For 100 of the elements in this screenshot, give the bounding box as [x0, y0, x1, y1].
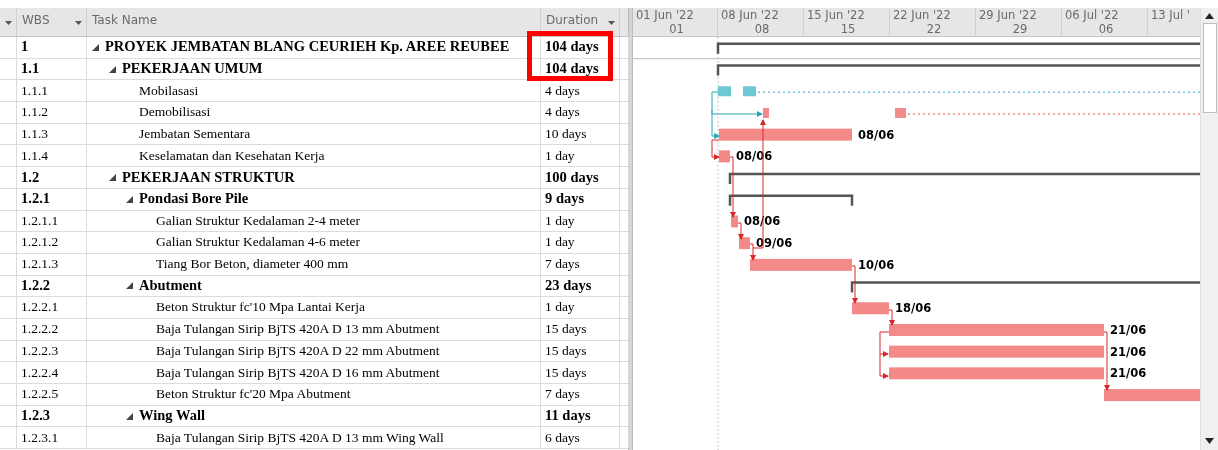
finish-date-label: 18/06 — [895, 301, 932, 316]
task-name: Tiang Bor Beton, diameter 400 mm — [156, 255, 349, 274]
duration-cell-text: 15 days — [545, 341, 587, 360]
task-name: Baja Tulangan Sirip BjTS 420A D 22 mm Abutment — [156, 341, 440, 360]
timescale-label: 29 Jun '22 — [979, 8, 1038, 22]
summary-bar[interactable] — [728, 172, 1200, 185]
finish-date-label: 08/06 — [736, 149, 773, 164]
summary-bar[interactable] — [728, 194, 854, 206]
duration-cell-text: 11 days — [545, 406, 591, 426]
timescale-label: 01 Jun '22 — [636, 8, 695, 22]
task-bar[interactable] — [731, 215, 738, 228]
wbs-cell-text: 1.2.1 — [21, 189, 50, 209]
task-name: Jembatan Sementara — [139, 124, 251, 143]
duration-cell-text: 10 days — [545, 124, 587, 143]
dropdown-icon[interactable] — [608, 21, 615, 25]
timescale-label: 13 Jul ' — [1151, 8, 1191, 22]
column-header[interactable]: Task Name — [92, 11, 158, 29]
timescale-label: 29 — [1011, 22, 1029, 36]
finish-date-label: 10/06 — [858, 257, 895, 272]
duration-cell-text: 1 day — [545, 211, 575, 230]
summary-bar[interactable] — [716, 64, 1200, 76]
timescale-label: 22 — [925, 22, 943, 36]
timescale-label: 06 Jul '22 — [1065, 8, 1120, 22]
duration-cell-text: 100 days — [545, 167, 599, 187]
wbs-cell-text: 1.2.2.2 — [21, 320, 59, 339]
finish-date-label: 21/06 — [1110, 344, 1147, 359]
timescale-label: 08 — [753, 22, 771, 36]
collapse-icon[interactable] — [126, 282, 133, 290]
scroll-thumb[interactable] — [1202, 23, 1217, 113]
task-name: PEKERJAAN STRUKTUR — [122, 167, 295, 187]
task-bar[interactable] — [739, 237, 750, 250]
dependency-arrow — [879, 353, 889, 379]
wbs-cell-text: 1.2.2.4 — [21, 363, 59, 382]
dropdown-icon[interactable] — [75, 21, 82, 25]
finish-date-label: 09/06 — [756, 236, 793, 251]
finish-date-label: 08/06 — [744, 214, 781, 229]
dependency-arrow — [1103, 331, 1110, 391]
wbs-cell-text: 1.2.2.5 — [21, 385, 59, 404]
task-name: Demobilisasi — [139, 103, 211, 122]
dependency-arrow — [888, 309, 895, 326]
duration-cell-text: 7 days — [545, 385, 580, 404]
task-name: Galian Struktur Kedalaman 2-4 meter — [156, 211, 360, 230]
duration-cell-text: 4 days — [545, 103, 580, 122]
collapse-icon[interactable] — [126, 195, 133, 203]
task-name: Beton Struktur fc'20 Mpa Abutment — [156, 385, 351, 404]
task-name: PROYEK JEMBATAN BLANG CEURIEH Kp. AREE REUBEE — [105, 37, 510, 57]
finish-date-label: 08/06 — [858, 127, 895, 142]
task-name: Keselamatan dan Kesehatan Kerja — [139, 146, 325, 165]
timescale-label: 15 Jun '22 — [807, 8, 866, 22]
dependency-arrow — [851, 265, 858, 304]
duration-cell-text: 9 days — [545, 189, 585, 209]
task-name: Pondasi Bore Pile — [139, 189, 249, 209]
collapse-icon[interactable] — [92, 43, 99, 51]
task-name: Abutment — [139, 276, 202, 296]
wbs-cell-text: 1.1.4 — [21, 146, 48, 165]
task-name: Baja Tulangan Sirip BjTS 420A D 13 mm Wing Wall — [156, 428, 444, 447]
summary-bar[interactable] — [716, 42, 1200, 54]
duration-cell-text: 1 day — [545, 146, 575, 165]
wbs-cell-text: 1.2.1.2 — [21, 233, 59, 252]
column-header[interactable]: WBS — [22, 11, 50, 29]
column-header[interactable]: Duration — [546, 11, 599, 29]
duration-cell-text: 1 day — [545, 233, 575, 252]
wbs-cell-text: 1.1.2 — [21, 103, 48, 122]
duration-cell-text: 15 days — [545, 363, 587, 382]
timescale-label: 06 — [1097, 22, 1115, 36]
wbs-cell-text: 1.2.2.3 — [21, 341, 59, 360]
task-name: Mobilasasi — [139, 81, 199, 100]
duration-cell-text: 23 days — [545, 276, 592, 296]
duration-cell-text: 104 days — [545, 37, 599, 57]
wbs-cell-text: 1.2.1.1 — [21, 211, 59, 230]
dependency-arrow — [879, 331, 890, 357]
duration-cell-text: 104 days — [545, 59, 599, 79]
dropdown-icon[interactable] — [5, 21, 12, 25]
wbs-cell-text: 1.2.2.1 — [21, 298, 59, 317]
finish-date-label: 21/06 — [1110, 366, 1147, 381]
duration-cell-text: 1 day — [545, 298, 575, 317]
scroll-down-icon[interactable] — [1205, 438, 1214, 444]
summary-bar[interactable] — [850, 281, 1200, 293]
timescale-label: 08 Jun '22 — [721, 8, 780, 22]
collapse-icon[interactable] — [109, 173, 116, 181]
dependency-arrow — [737, 222, 744, 240]
timescale-label: 22 Jun '22 — [893, 8, 952, 22]
wbs-cell-text: 1.1 — [21, 59, 40, 79]
wbs-cell-text: 1.2.3 — [21, 406, 50, 426]
timescale-label: 15 — [839, 22, 857, 36]
scroll-up-icon[interactable] — [1205, 13, 1214, 19]
task-name: PEKERJAAN UMUM — [122, 59, 263, 79]
collapse-icon[interactable] — [109, 65, 116, 73]
finish-date-label: 21/06 — [1110, 322, 1147, 337]
dependency-arrow — [729, 156, 736, 218]
wbs-cell-text: 1.2.1.3 — [21, 255, 59, 274]
wbs-cell-text: 1 — [21, 37, 29, 57]
duration-cell-text: 4 days — [545, 81, 580, 100]
timescale-label: 01 — [668, 22, 685, 36]
duration-cell-text: 6 days — [545, 428, 580, 447]
task-name: Baja Tulangan Sirip BjTS 420A D 13 mm Abutment — [156, 320, 440, 339]
wbs-cell-text: 1.2.2 — [21, 276, 50, 296]
wbs-cell-text: 1.1.1 — [21, 81, 48, 100]
collapse-icon[interactable] — [126, 412, 133, 420]
task-name: Baja Tulangan Sirip BjTS 420A D 16 mm Abutment — [156, 363, 440, 382]
